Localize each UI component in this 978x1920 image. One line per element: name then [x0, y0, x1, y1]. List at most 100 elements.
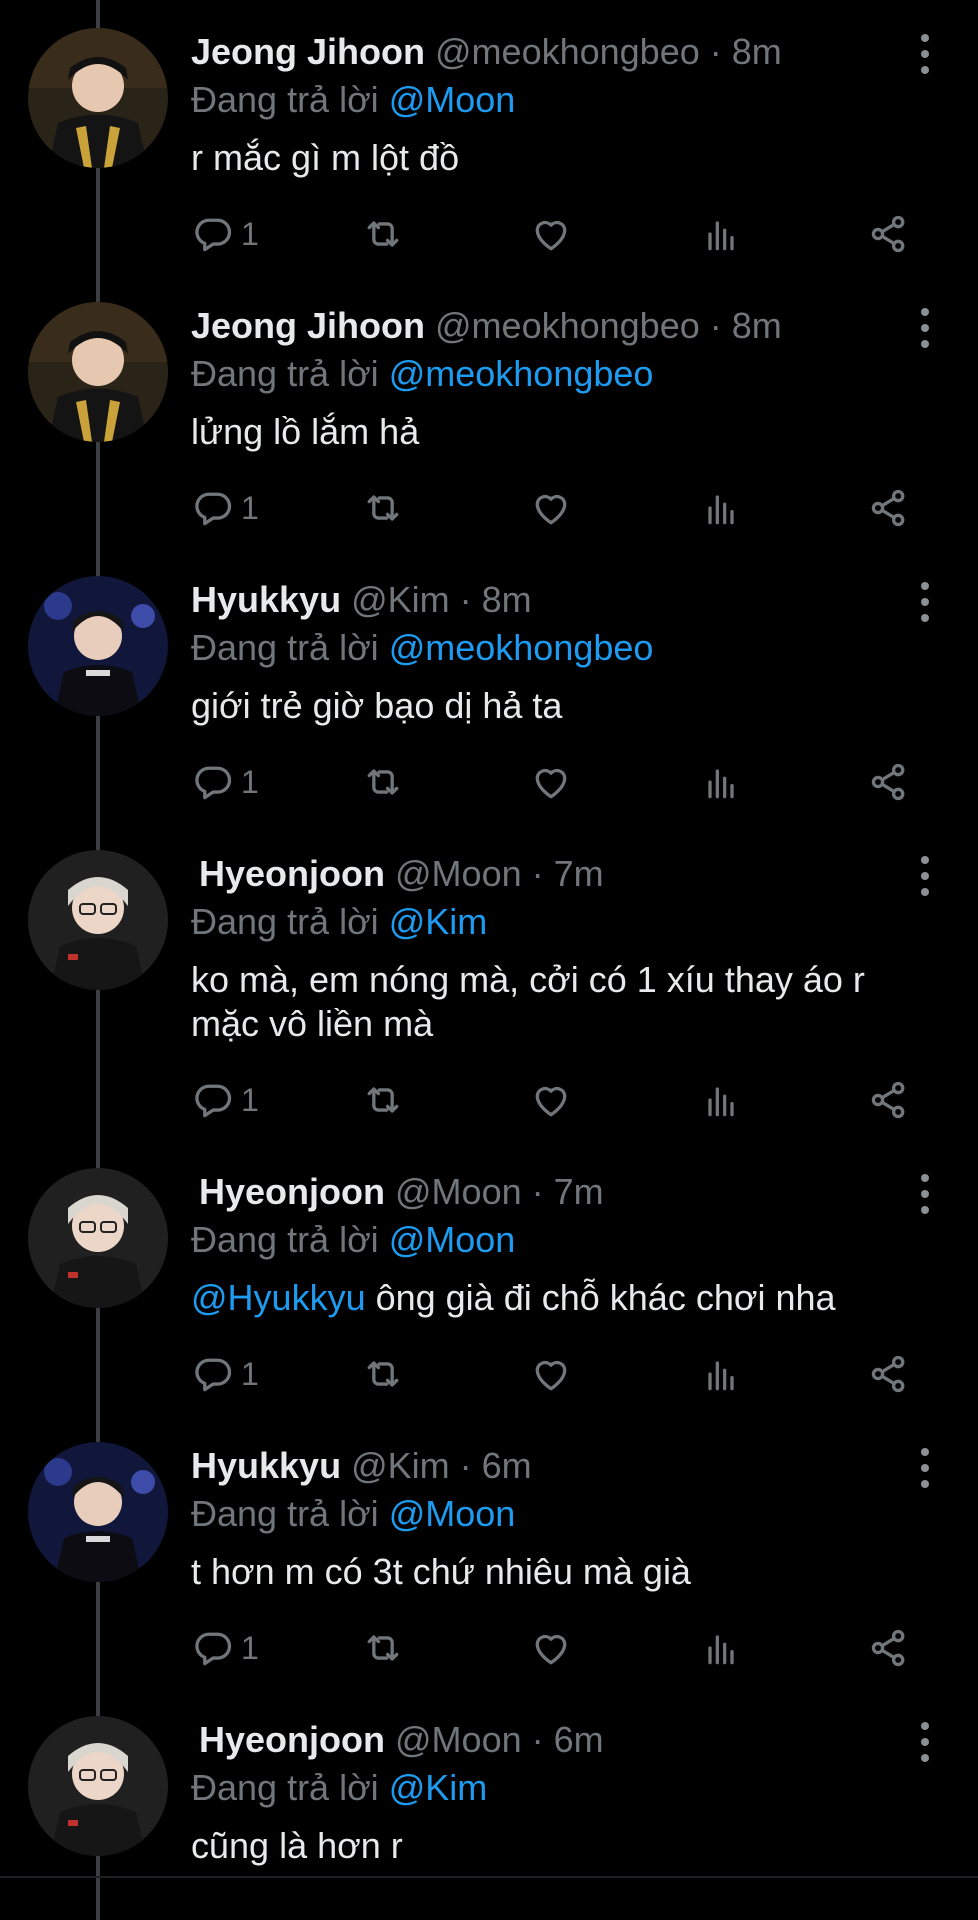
heart-icon	[535, 1634, 567, 1665]
share-button[interactable]	[867, 1622, 911, 1674]
author-handle[interactable]: @Moon	[395, 1171, 522, 1212]
avatar[interactable]	[28, 1168, 168, 1308]
body-text: ko mà, em nóng mà, cởi có 1 xíu thay áo …	[191, 959, 865, 1044]
reply-tweet[interactable]: Jeong Jihoon @meokhongbeo · 8m Đang trả …	[0, 274, 978, 548]
author-handle[interactable]: @meokhongbeo	[435, 305, 700, 346]
author-name[interactable]: Hyukkyu	[191, 1445, 341, 1486]
replying-mention[interactable]: @meokhongbeo	[389, 627, 654, 668]
separator-dot: ·	[449, 1445, 482, 1486]
reply-tweet[interactable]: Hyukkyu @Kim · 6m Đang trả lời @Moon t h…	[0, 1414, 978, 1688]
views-button[interactable]	[699, 208, 743, 260]
share-icon	[871, 1629, 905, 1667]
replying-mention[interactable]: @Moon	[389, 1219, 516, 1260]
like-button[interactable]	[529, 1622, 573, 1674]
reply-button[interactable]: 1	[191, 1074, 259, 1126]
replying-prefix: Đang trả lời	[191, 1219, 379, 1260]
author-name[interactable]: Hyeonjoon	[199, 1171, 385, 1212]
avatar[interactable]	[28, 850, 168, 990]
replying-mention[interactable]: @meokhongbeo	[389, 353, 654, 394]
more-vertical-icon[interactable]	[918, 1722, 932, 1762]
analytics-icon	[708, 1361, 734, 1391]
timestamp[interactable]: 7m	[554, 1171, 604, 1212]
author-name[interactable]: Hyeonjoon	[199, 853, 385, 894]
action-bar: 1	[191, 482, 921, 534]
author-name[interactable]: Hyukkyu	[191, 579, 341, 620]
share-button[interactable]	[867, 756, 911, 808]
like-button[interactable]	[529, 1348, 573, 1400]
like-button[interactable]	[529, 208, 573, 260]
retweet-button[interactable]	[361, 756, 405, 808]
author-handle[interactable]: @Kim	[351, 1445, 450, 1486]
author-handle[interactable]: @Moon	[395, 1719, 522, 1760]
body-mention[interactable]: @Hyukkyu	[191, 1277, 366, 1318]
replying-prefix: Đang trả lời	[191, 901, 379, 942]
author-handle[interactable]: @Moon	[395, 853, 522, 894]
avatar[interactable]	[28, 28, 168, 168]
analytics-icon	[708, 1087, 734, 1117]
views-button[interactable]	[699, 756, 743, 808]
separator-dot: ·	[521, 1171, 554, 1212]
reply-tweet[interactable]: Jeong Jihoon @meokhongbeo · 8m Đang trả …	[0, 0, 978, 274]
share-button[interactable]	[867, 1074, 911, 1126]
author-name[interactable]: Jeong Jihoon	[191, 31, 425, 72]
replying-mention[interactable]: @Kim	[389, 901, 488, 942]
separator-dot: ·	[521, 853, 554, 894]
author-handle[interactable]: @meokhongbeo	[435, 31, 700, 72]
reply-button[interactable]: 1	[191, 208, 259, 260]
timestamp[interactable]: 7m	[554, 853, 604, 894]
reply-button[interactable]: 1	[191, 1622, 259, 1674]
more-vertical-icon[interactable]	[918, 856, 932, 896]
more-vertical-icon[interactable]	[918, 1448, 932, 1488]
author-handle[interactable]: @Kim	[351, 579, 450, 620]
replying-prefix: Đang trả lời	[191, 79, 379, 120]
more-vertical-icon[interactable]	[918, 34, 932, 74]
action-bar: 1	[191, 1348, 921, 1400]
more-vertical-icon[interactable]	[918, 582, 932, 622]
more-vertical-icon[interactable]	[918, 308, 932, 348]
retweet-button[interactable]	[361, 1074, 405, 1126]
retweet-icon	[367, 1087, 399, 1113]
retweet-button[interactable]	[361, 1348, 405, 1400]
replying-mention[interactable]: @Moon	[389, 1493, 516, 1534]
reply-tweet[interactable]: Hyeonjoon @Moon · 6m Đang trả lời @Kim c…	[0, 1688, 978, 1876]
like-button[interactable]	[529, 756, 573, 808]
like-button[interactable]	[529, 1074, 573, 1126]
avatar[interactable]	[28, 302, 168, 442]
timestamp[interactable]: 8m	[482, 579, 532, 620]
author-name[interactable]: Jeong Jihoon	[191, 305, 425, 346]
timestamp[interactable]: 8m	[732, 305, 782, 346]
share-button[interactable]	[867, 482, 911, 534]
reply-button[interactable]: 1	[191, 756, 259, 808]
body-text: cũng là hơn r	[191, 1825, 403, 1866]
share-button[interactable]	[867, 208, 911, 260]
reply-tweet[interactable]: Hyukkyu @Kim · 8m Đang trả lời @meokhong…	[0, 548, 978, 822]
more-vertical-icon[interactable]	[918, 1174, 932, 1214]
timestamp[interactable]: 6m	[554, 1719, 604, 1760]
replying-to: Đang trả lời @meokhongbeo	[191, 626, 653, 670]
timestamp[interactable]: 8m	[732, 31, 782, 72]
retweet-button[interactable]	[361, 208, 405, 260]
like-button[interactable]	[529, 482, 573, 534]
avatar[interactable]	[28, 1716, 168, 1856]
retweet-button[interactable]	[361, 482, 405, 534]
reply-icon	[195, 1632, 232, 1666]
replying-mention[interactable]: @Kim	[389, 1767, 488, 1808]
reply-tweet[interactable]: Hyeonjoon @Moon · 7m Đang trả lời @Kim k…	[0, 822, 978, 1140]
reply-button[interactable]: 1	[191, 482, 259, 534]
tweet-header: Hyeonjoon @Moon · 7m	[199, 1170, 604, 1214]
views-button[interactable]	[699, 1348, 743, 1400]
avatar[interactable]	[28, 576, 168, 716]
action-bar: 1	[191, 1074, 921, 1126]
reply-button[interactable]: 1	[191, 1348, 259, 1400]
avatar[interactable]	[28, 1442, 168, 1582]
views-button[interactable]	[699, 1074, 743, 1126]
timestamp[interactable]: 6m	[482, 1445, 532, 1486]
author-name[interactable]: Hyeonjoon	[199, 1719, 385, 1760]
views-button[interactable]	[699, 1622, 743, 1674]
retweet-button[interactable]	[361, 1622, 405, 1674]
views-button[interactable]	[699, 482, 743, 534]
replying-mention[interactable]: @Moon	[389, 79, 516, 120]
replying-prefix: Đang trả lời	[191, 1493, 379, 1534]
reply-tweet[interactable]: Hyeonjoon @Moon · 7m Đang trả lời @Moon …	[0, 1140, 978, 1414]
share-button[interactable]	[867, 1348, 911, 1400]
